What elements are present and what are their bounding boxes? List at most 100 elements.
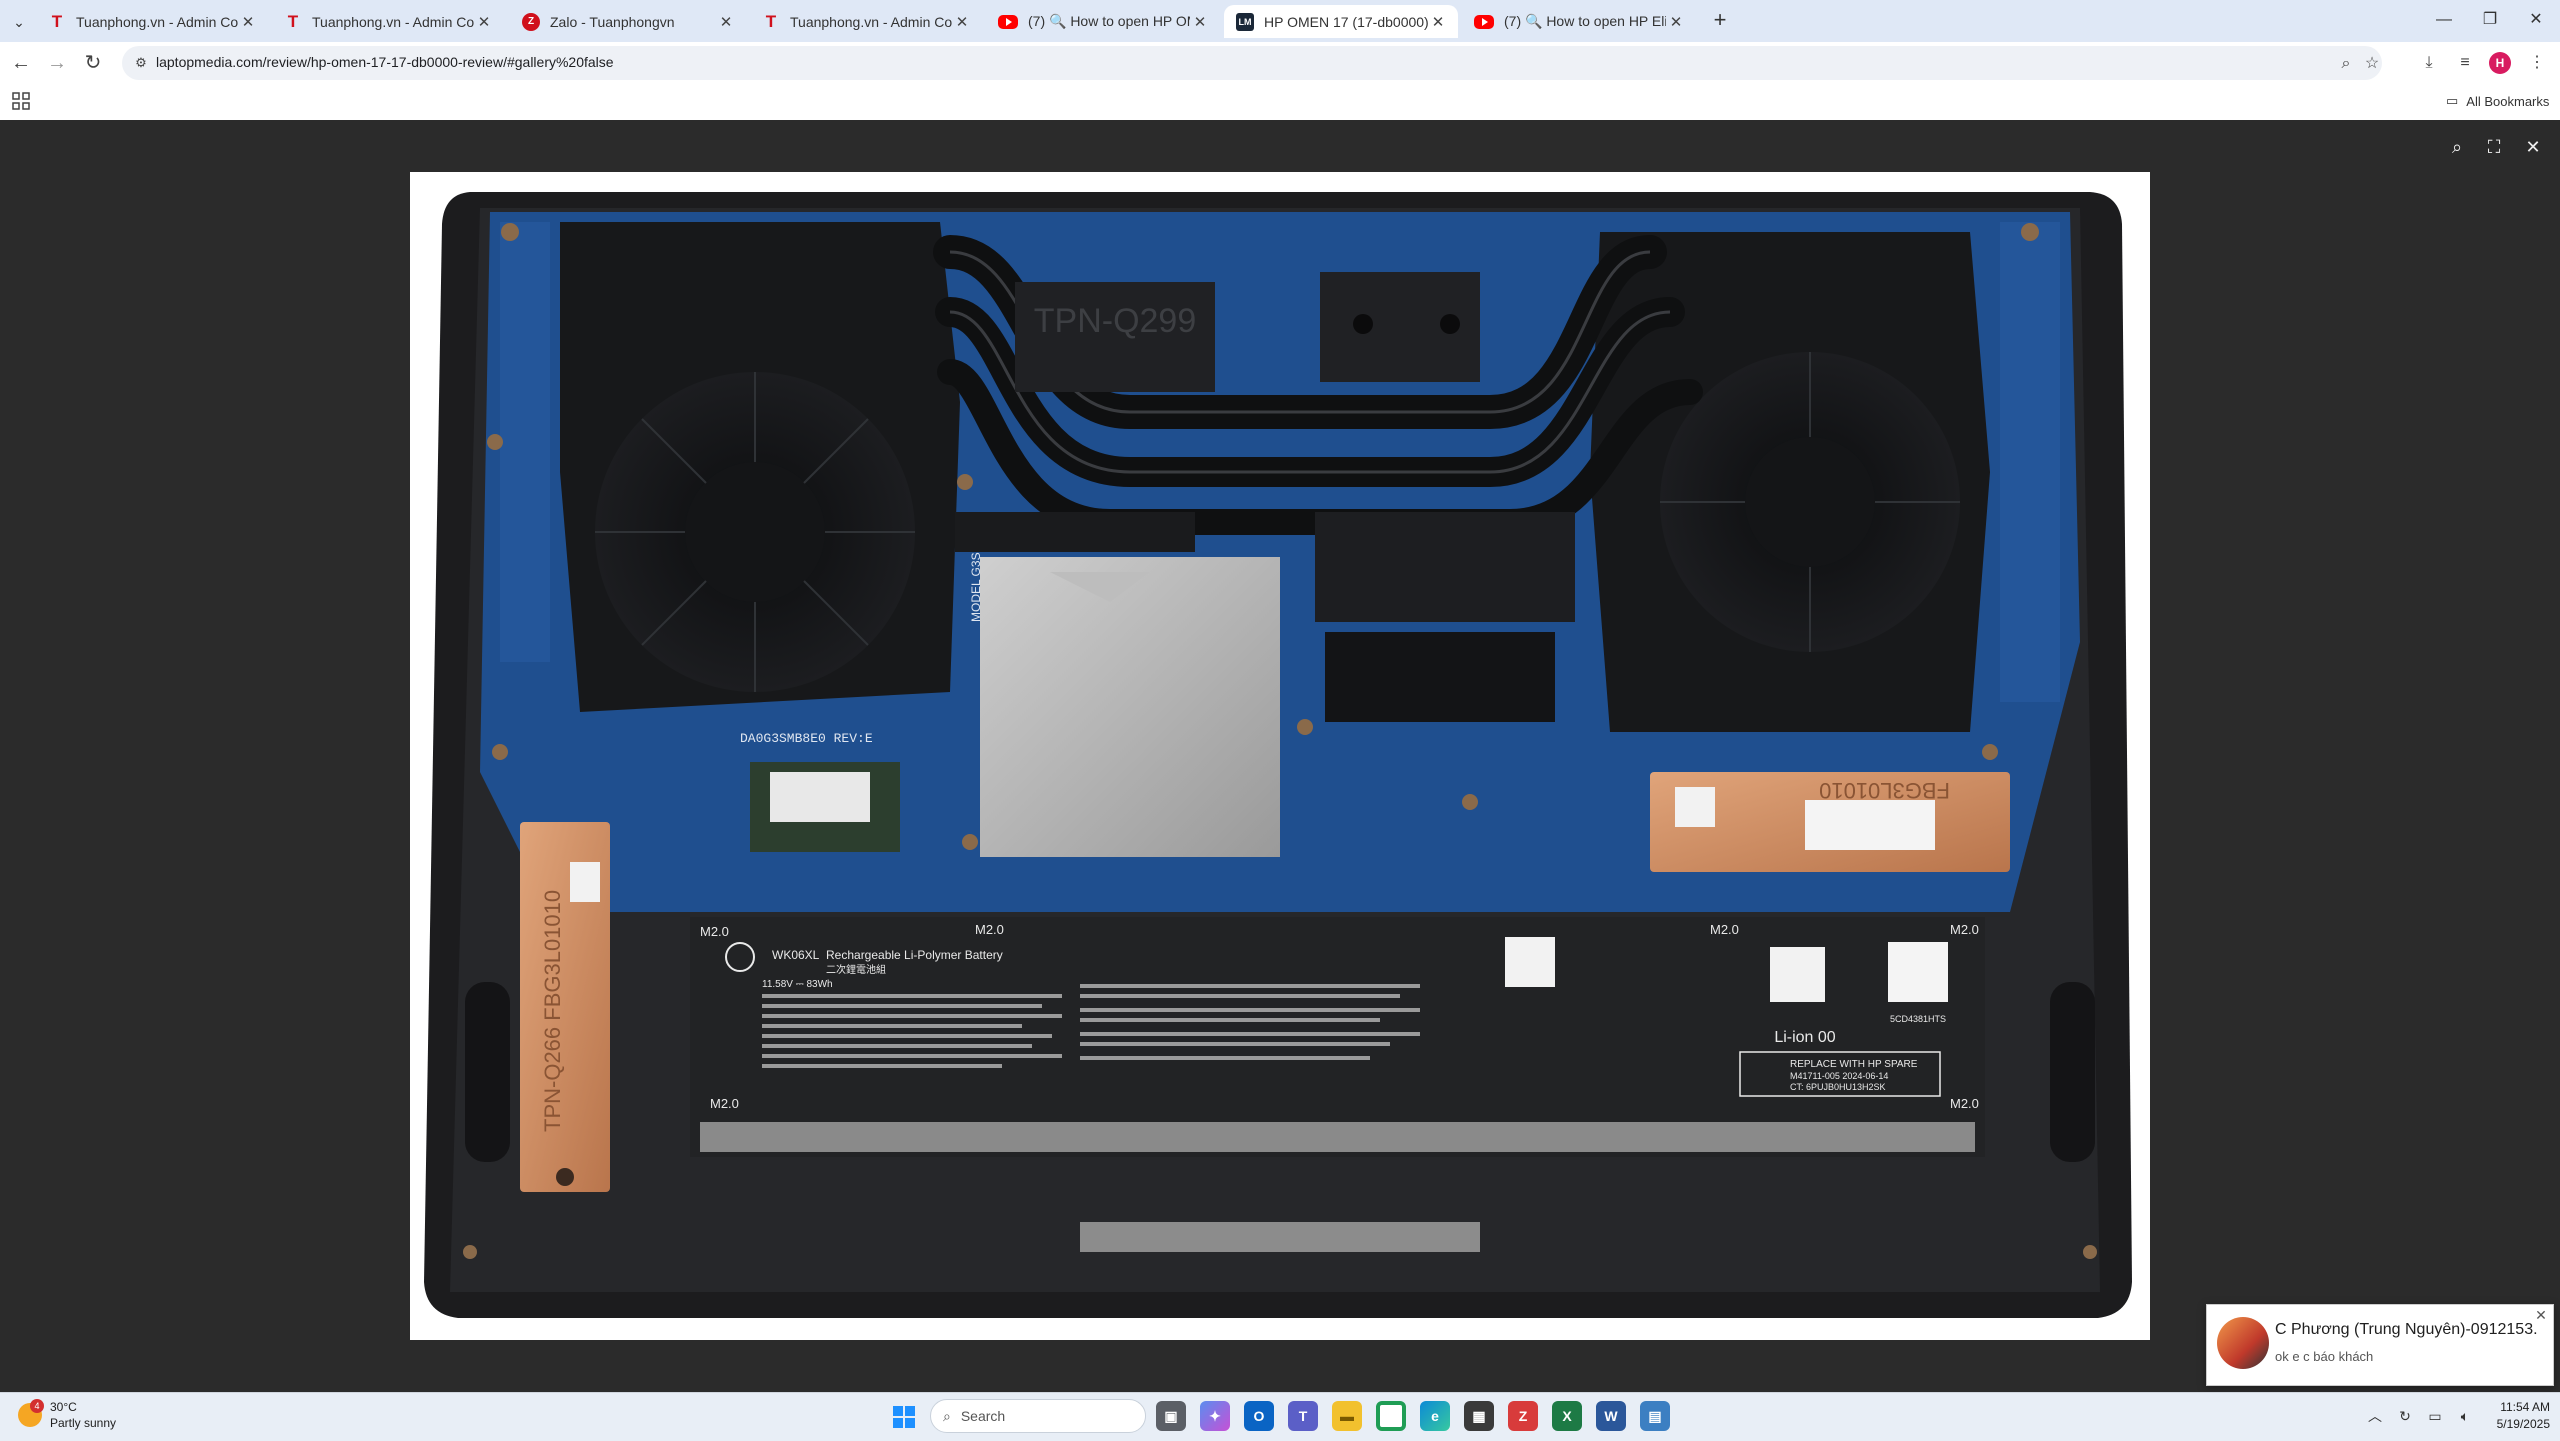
weather-temp: 30°C bbox=[50, 1400, 77, 1414]
battery-model: WK06XL bbox=[772, 948, 820, 962]
tp-logo-icon: T bbox=[287, 11, 299, 31]
bookmark-star-icon[interactable]: ☆ bbox=[2360, 52, 2384, 76]
close-icon[interactable]: ✕ bbox=[238, 13, 258, 31]
windows-start-icon[interactable] bbox=[892, 1405, 916, 1429]
menu-kebab-icon[interactable]: ⋮ bbox=[2524, 50, 2550, 76]
zoom-icon[interactable]: ⌕ bbox=[2334, 52, 2358, 76]
close-icon[interactable]: ✕ bbox=[716, 13, 736, 31]
teams-icon[interactable]: T bbox=[1288, 1401, 1318, 1431]
screw-label: M2.0 bbox=[1950, 1096, 1979, 1111]
close-icon[interactable]: ✕ bbox=[952, 13, 972, 31]
close-icon[interactable]: ✕ bbox=[1428, 13, 1448, 31]
clock-date: 5/19/2025 bbox=[2496, 1417, 2550, 1431]
tpn-engraving: TPN-Q299 bbox=[1034, 302, 1197, 340]
volume-icon[interactable]: 🔈︎ bbox=[2454, 1405, 2476, 1427]
all-bookmarks-button[interactable]: ▭ All Bookmarks bbox=[2446, 93, 2549, 109]
bookmarks-bar: ▭ All Bookmarks bbox=[0, 84, 2560, 121]
clock-time: 11:54 AM bbox=[2500, 1400, 2550, 1414]
screw-label: M2.0 bbox=[700, 924, 729, 939]
tab-title: HP OMEN 17 (17-db0000) revie bbox=[1264, 13, 1428, 30]
search-placeholder: Search bbox=[960, 1408, 1006, 1424]
file-explorer-icon[interactable]: ▬ bbox=[1332, 1401, 1362, 1431]
task-view-icon[interactable]: ▣ bbox=[1156, 1401, 1186, 1431]
screw-label: M2.0 bbox=[710, 1096, 739, 1111]
laptop-internals-illustration: TPN-Q299 MODEL G3S DA0G3SMB8E0 REV:E TPN… bbox=[424, 192, 2132, 1318]
restore-button[interactable]: ❐ bbox=[2470, 6, 2510, 34]
copilot-icon[interactable]: ✦ bbox=[1200, 1401, 1230, 1431]
tab-title: Tuanphong.vn - Admin Control bbox=[76, 13, 238, 30]
laptopmedia-icon: LM bbox=[1236, 12, 1254, 31]
chrome-icon[interactable] bbox=[1376, 1401, 1406, 1431]
close-icon[interactable]: ✕ bbox=[474, 13, 494, 31]
cpu-shield bbox=[980, 557, 1280, 857]
tab-search-icon[interactable]: ⌄ bbox=[6, 9, 32, 35]
download-icon[interactable]: ⤓ bbox=[2416, 50, 2442, 76]
battery-spec: 11.58V ⎓ 83Wh bbox=[762, 979, 833, 990]
tp-logo-icon: T bbox=[51, 11, 63, 31]
new-tab-button[interactable]: + bbox=[1708, 8, 1732, 32]
tab-zalo[interactable]: Z Zalo - Tuanphongvn ✕ bbox=[510, 5, 746, 38]
notification-message: ok e c báo khách bbox=[2275, 1349, 2374, 1364]
zalo-icon: Z bbox=[522, 12, 540, 31]
tab-tuanphong-2[interactable]: T Tuanphong.vn - Admin Control ✕ bbox=[272, 5, 504, 38]
media-control-icon[interactable]: ≡ bbox=[2452, 50, 2478, 76]
tab-title: (7) 🔍 How to open HP Elite x3 bbox=[1504, 13, 1666, 29]
close-window-button[interactable]: ✕ bbox=[2516, 6, 2556, 34]
tab-youtube-elite[interactable]: (7) 🔍 How to open HP Elite x3 ✕ bbox=[1462, 5, 1696, 38]
excel-icon[interactable]: X bbox=[1552, 1401, 1582, 1431]
profile-avatar[interactable]: H bbox=[2489, 52, 2511, 74]
close-viewer-icon[interactable]: ✕ bbox=[2520, 134, 2546, 160]
zoom-search-icon[interactable]: ⌕ bbox=[2444, 134, 2470, 160]
weather-badge: 4 bbox=[30, 1399, 44, 1413]
youtube-icon bbox=[998, 14, 1018, 29]
forward-arrow-icon[interactable]: → bbox=[44, 50, 70, 76]
sync-icon[interactable]: ↻ bbox=[2394, 1405, 2416, 1427]
tp-logo-icon: T bbox=[765, 11, 777, 31]
close-icon[interactable]: ✕ bbox=[2533, 1307, 2549, 1323]
weather-widget[interactable]: 4 30°C Partly sunny bbox=[18, 1399, 116, 1431]
youtube-icon bbox=[1474, 14, 1494, 29]
folder-icon: ▭ bbox=[2446, 93, 2459, 108]
sun-icon: 4 bbox=[18, 1399, 44, 1427]
svg-text:TPN-Q266 FBG3L01010: TPN-Q266 FBG3L01010 bbox=[540, 890, 565, 1132]
left-speaker bbox=[465, 982, 510, 1162]
battery-title: Rechargeable Li-Polymer Battery bbox=[826, 948, 1003, 962]
serial-label: 5CD4381HTS bbox=[1890, 1014, 1946, 1024]
tab-tuanphong-1[interactable]: T Tuanphong.vn - Admin Control ✕ bbox=[36, 5, 268, 38]
apps-grid-icon[interactable] bbox=[12, 92, 30, 110]
tab-strip: ⌄ T Tuanphong.vn - Admin Control ✕ T Tua… bbox=[0, 0, 2560, 42]
address-bar[interactable]: ⚙ laptopmedia.com/review/hp-omen-17-17-d… bbox=[122, 46, 2382, 80]
screw-label: M2.0 bbox=[1950, 922, 1979, 937]
system-clock[interactable]: 11:54 AM 5/19/2025 bbox=[2480, 1399, 2550, 1433]
tab-tuanphong-3[interactable]: T Tuanphong.vn - Admin Control ✕ bbox=[750, 5, 982, 38]
word-icon[interactable]: W bbox=[1596, 1401, 1626, 1431]
reload-icon[interactable]: ↻ bbox=[80, 50, 106, 76]
close-icon[interactable]: ✕ bbox=[1190, 13, 1210, 31]
tab-youtube-omen[interactable]: (7) 🔍 How to open HP OMEN ✕ bbox=[986, 5, 1220, 38]
back-arrow-icon[interactable]: ← bbox=[8, 50, 34, 76]
tab-title: Tuanphong.vn - Admin Control bbox=[790, 13, 952, 30]
minimize-button[interactable]: — bbox=[2424, 6, 2464, 34]
right-speaker bbox=[2050, 982, 2095, 1162]
outlook-icon[interactable]: O bbox=[1244, 1401, 1274, 1431]
zalo-taskbar-icon[interactable]: Z bbox=[1508, 1401, 1538, 1431]
close-icon[interactable]: ✕ bbox=[1666, 13, 1686, 31]
tab-laptopmedia-active[interactable]: LM HP OMEN 17 (17-db0000) revie ✕ bbox=[1224, 5, 1458, 38]
taskbar-search-box[interactable]: ⌕ Search bbox=[930, 1399, 1146, 1433]
url-text[interactable]: laptopmedia.com/review/hp-omen-17-17-db0… bbox=[156, 54, 614, 70]
display-icon[interactable]: ▭ bbox=[2424, 1405, 2446, 1427]
gallery-photo: TPN-Q299 MODEL G3S DA0G3SMB8E0 REV:E TPN… bbox=[410, 172, 2150, 1340]
calculator-icon[interactable]: ▤ bbox=[1640, 1401, 1670, 1431]
tray-chevron-icon[interactable]: ︿ bbox=[2364, 1405, 2386, 1427]
gpu-heatsink bbox=[1315, 512, 1575, 622]
tab-title: (7) 🔍 How to open HP OMEN bbox=[1028, 13, 1190, 29]
edge-icon[interactable]: e bbox=[1420, 1401, 1450, 1431]
store-icon[interactable]: ▦ bbox=[1464, 1401, 1494, 1431]
battery-title-cn: 二次鋰電池組 bbox=[826, 963, 886, 976]
part-label: M41711-005 2024-06-14 bbox=[1790, 1071, 1888, 1081]
fullscreen-icon[interactable]: ⛶ bbox=[2481, 134, 2507, 160]
site-info-icon[interactable]: ⚙ bbox=[132, 54, 150, 72]
ct-label: CT: 6PUJB0HU13H2SK bbox=[1790, 1082, 1886, 1092]
zalo-notification[interactable]: C Phương (Trung Nguyên)-0912153... ok e … bbox=[2206, 1304, 2554, 1386]
sender-avatar bbox=[2217, 1317, 2269, 1369]
